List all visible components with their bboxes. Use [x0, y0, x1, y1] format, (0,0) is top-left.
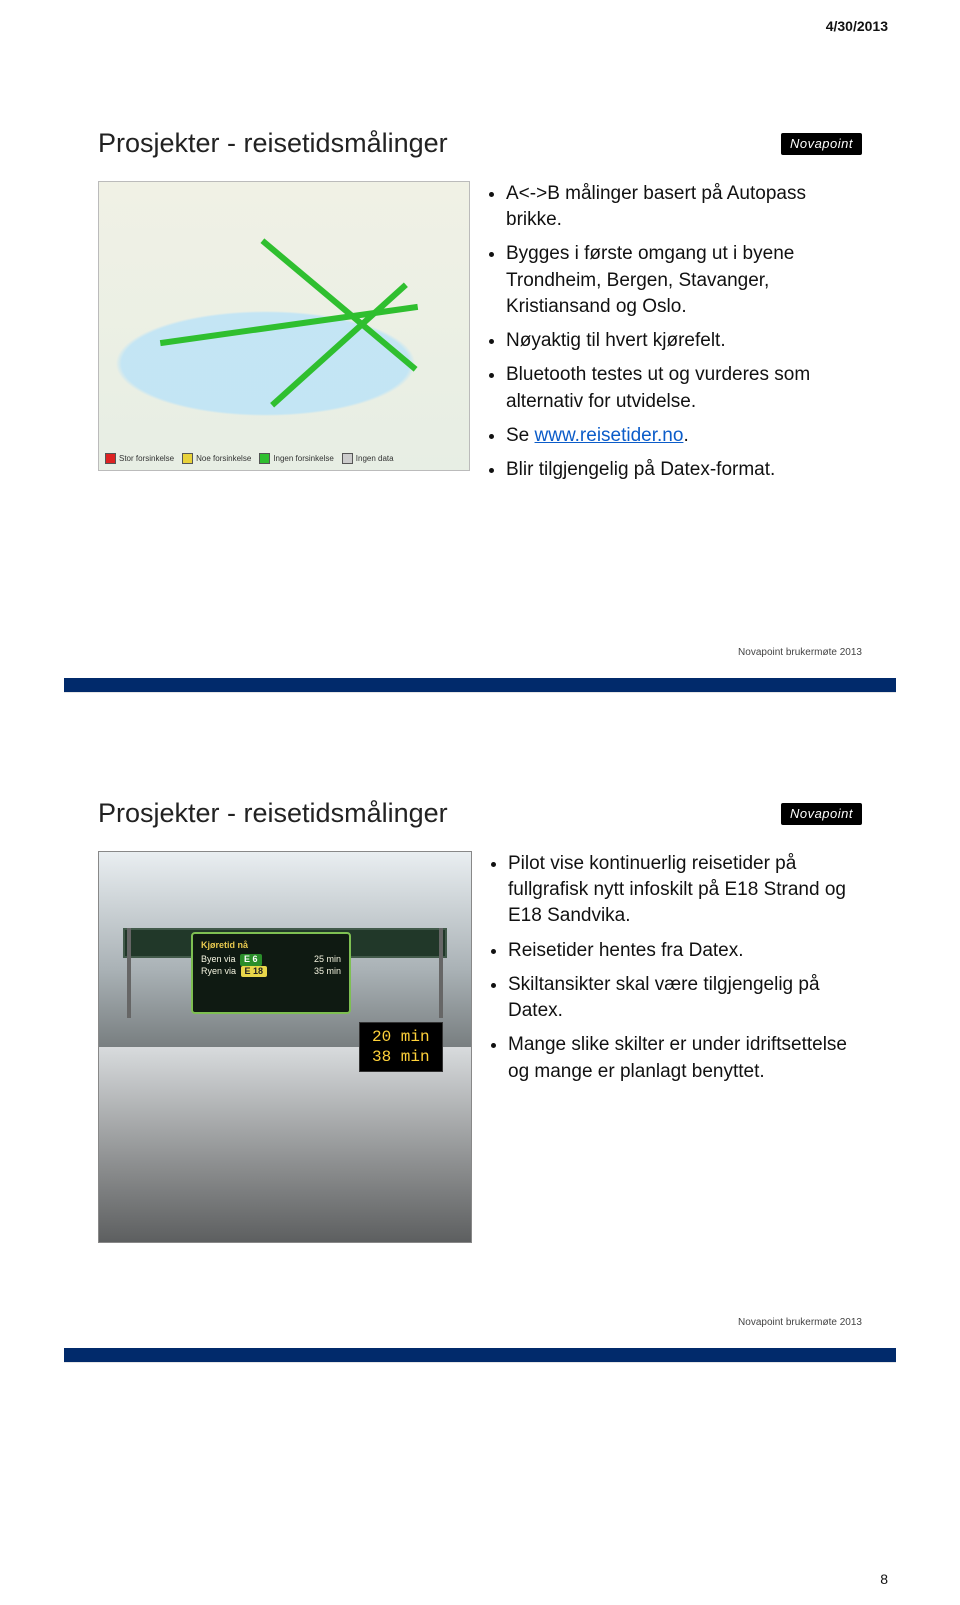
- map-water: [99, 292, 469, 422]
- novapoint-logo: Novapoint: [781, 803, 862, 825]
- slide-1-bullets: A<->B målinger basert på Autopass brikke…: [488, 181, 862, 491]
- bullet: Blir tilgjengelig på Datex-format.: [506, 457, 862, 483]
- bullet: Pilot vise kontinuerlig reisetider på fu…: [508, 851, 862, 930]
- slide-1-title-row: Prosjekter - reisetidsmålinger Novapoint: [98, 128, 862, 159]
- slide-2-bullets: Pilot vise kontinuerlig reisetider på fu…: [490, 851, 862, 1243]
- slide-2-title-row: Prosjekter - reisetidsmålinger Novapoint: [98, 798, 862, 829]
- led-overlay-sign: 20 min 38 min: [359, 1022, 443, 1072]
- slide-1-body: Stor forsinkelse Noe forsinkelse Ingen f…: [98, 181, 862, 491]
- sign-time: 25 min: [314, 954, 341, 965]
- travel-time-sign: Kjøretid nå Byen via E 6 25 min Ryen via…: [191, 932, 351, 1014]
- bullet: Se www.reisetider.no.: [506, 423, 862, 449]
- bullet: Reisetider hentes fra Datex.: [508, 938, 862, 964]
- slide-2: Prosjekter - reisetidsmålinger Novapoint…: [64, 772, 896, 1362]
- map-legend: Stor forsinkelse Noe forsinkelse Ingen f…: [105, 453, 394, 464]
- road-photo: Kjøretid nå Byen via E 6 25 min Ryen via…: [98, 851, 472, 1243]
- led-line: 38 min: [372, 1047, 430, 1067]
- slide-2-footer: Novapoint brukermøte 2013: [738, 1317, 862, 1328]
- bullet: Bluetooth testes ut og vurderes som alte…: [506, 362, 862, 414]
- slide-2-body: Kjøretid nå Byen via E 6 25 min Ryen via…: [98, 851, 862, 1243]
- page-number: 8: [880, 1571, 888, 1587]
- photo-bottom: [99, 1047, 471, 1242]
- slide-2-wrap: Prosjekter - reisetidsmålinger Novapoint…: [64, 772, 896, 1362]
- bullet: Skiltansikter skal være tilgjengelig på …: [508, 972, 862, 1024]
- sign-heading: Kjøretid nå: [201, 940, 341, 951]
- reisetider-link[interactable]: www.reisetider.no: [535, 425, 684, 446]
- sign-dest: Byen via: [201, 954, 236, 964]
- bullet: Bygges i første omgang ut i byene Trondh…: [506, 241, 862, 320]
- route-e6-badge: E 6: [240, 954, 262, 965]
- sign-dest: Ryen via: [201, 966, 236, 976]
- led-line: 20 min: [372, 1027, 430, 1047]
- legend-noe: Noe forsinkelse: [196, 454, 251, 463]
- slide-1: Prosjekter - reisetidsmålinger Novapoint…: [64, 102, 896, 692]
- slide-2-title: Prosjekter - reisetidsmålinger: [98, 798, 448, 829]
- gantry-leg: [127, 928, 131, 1018]
- legend-ingen-fors: Ingen forsinkelse: [273, 454, 333, 463]
- bullet: Mange slike skilter er under idriftsette…: [508, 1032, 862, 1084]
- route-e18-badge: E 18: [241, 966, 268, 977]
- page-date: 4/30/2013: [826, 18, 888, 34]
- slide-1-wrap: Prosjekter - reisetidsmålinger Novapoint…: [64, 102, 896, 692]
- page: 4/30/2013 Prosjekter - reisetidsmålinger…: [0, 0, 960, 1605]
- gantry-leg: [439, 928, 443, 1018]
- novapoint-logo: Novapoint: [781, 133, 862, 155]
- sign-time: 35 min: [314, 966, 341, 977]
- bullet: A<->B målinger basert på Autopass brikke…: [506, 181, 862, 233]
- slide-1-title: Prosjekter - reisetidsmålinger: [98, 128, 448, 159]
- bullet-text: Se: [506, 425, 535, 446]
- legend-stor: Stor forsinkelse: [119, 454, 174, 463]
- traffic-map: Stor forsinkelse Noe forsinkelse Ingen f…: [98, 181, 470, 471]
- bullet-text: .: [683, 425, 688, 446]
- slide-1-footer: Novapoint brukermøte 2013: [738, 647, 862, 658]
- bullet: Nøyaktig til hvert kjørefelt.: [506, 328, 862, 354]
- legend-ingen-data: Ingen data: [356, 454, 394, 463]
